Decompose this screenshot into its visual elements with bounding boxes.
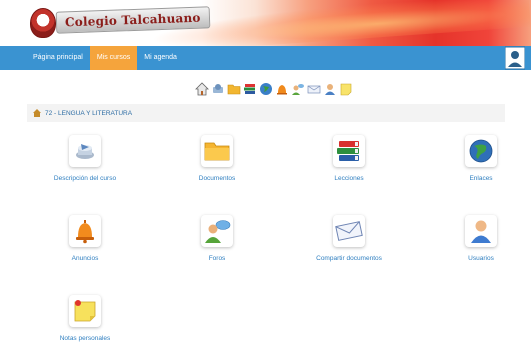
tool-label[interactable]: Lecciones (299, 175, 399, 182)
nav-item-my-courses[interactable]: Mis cursos (89, 46, 138, 70)
school-crest-logo[interactable] (30, 8, 56, 38)
tool-announcements[interactable]: Anuncios (35, 215, 135, 275)
globe-icon[interactable] (465, 135, 497, 167)
tool-label[interactable]: Notas personales (35, 335, 135, 342)
sticky-note-icon[interactable] (69, 295, 101, 327)
tool-personal-notes[interactable]: Notas personales (35, 295, 135, 345)
home-icon[interactable] (195, 82, 209, 96)
tool-course-description[interactable]: Descripción del curso (35, 135, 135, 195)
folder-icon[interactable] (201, 135, 233, 167)
description-icon[interactable] (211, 82, 225, 96)
books-icon[interactable] (333, 135, 365, 167)
folder-icon[interactable] (227, 82, 241, 96)
globe-icon[interactable] (259, 82, 273, 96)
user-icon[interactable] (465, 215, 497, 247)
tool-lessons[interactable]: Lecciones (299, 135, 399, 195)
header-banner: Colegio Talcahuano (0, 0, 531, 46)
tool-links[interactable]: Enlaces (431, 135, 531, 195)
note-icon[interactable] (339, 82, 353, 96)
nav-item-home[interactable]: Página principal (0, 46, 90, 70)
forum-icon[interactable] (201, 215, 233, 247)
user-icon[interactable] (323, 82, 337, 96)
tool-documents[interactable]: Documentos (167, 135, 267, 195)
main-navigation: Página principal Mis cursos Mi agenda (0, 46, 531, 70)
tool-label[interactable]: Documentos (167, 175, 267, 182)
envelope-icon[interactable] (307, 82, 321, 96)
tool-shortcuts-bar (195, 82, 353, 98)
breadcrumb: 72 - LENGUA Y LITERATURA (27, 104, 505, 122)
tool-label[interactable]: Enlaces (431, 175, 531, 182)
envelope-icon[interactable] (333, 215, 365, 247)
tool-forums[interactable]: Foros (167, 215, 267, 275)
tool-label[interactable]: Foros (167, 255, 267, 262)
bell-icon[interactable] (69, 215, 101, 247)
tool-users[interactable]: Usuarios (431, 215, 531, 275)
bell-icon[interactable] (275, 82, 289, 96)
nav-item-agenda[interactable]: Mi agenda (137, 46, 184, 70)
tool-label[interactable]: Usuarios (431, 255, 531, 262)
books-icon[interactable] (243, 82, 257, 96)
tool-share-documents[interactable]: Compartir documentos (299, 215, 399, 275)
tool-label[interactable]: Anuncios (35, 255, 135, 262)
breadcrumb-course-link[interactable]: 72 - LENGUA Y LITERATURA (45, 110, 132, 117)
course-description-icon[interactable] (69, 135, 101, 167)
tool-label[interactable]: Compartir documentos (299, 255, 399, 262)
home-icon[interactable] (33, 109, 41, 117)
tool-label[interactable]: Descripción del curso (35, 175, 135, 182)
user-avatar-icon[interactable] (505, 46, 525, 70)
forum-icon[interactable] (291, 82, 305, 96)
